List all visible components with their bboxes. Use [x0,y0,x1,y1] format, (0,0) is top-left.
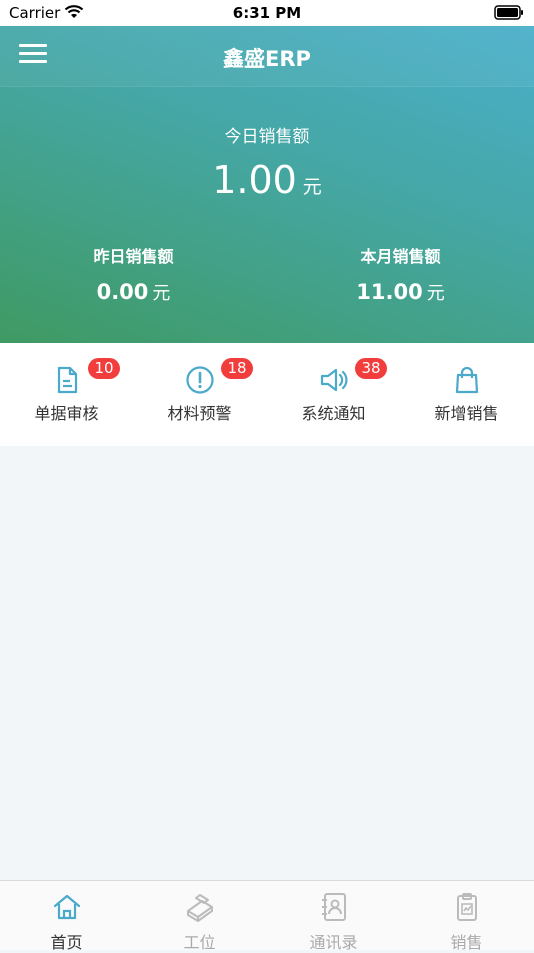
workstation-icon [186,894,213,922]
quick-action-material-alert[interactable]: 18 材料预警 [133,343,266,446]
tab-workstation-label: 工位 [183,933,216,952]
tab-home-label: 首页 [50,933,83,952]
material-alert-badge: 18 [221,358,253,379]
page-title: 鑫盛ERP [223,47,311,71]
quick-action-system-notice[interactable]: 38 系统通知 [267,343,400,446]
nav-bar: 鑫盛ERP [0,26,534,87]
new-sale-label: 新增销售 [434,404,499,423]
quick-action-new-sale[interactable]: 新增销售 [400,343,533,446]
tab-sales[interactable]: 销售 [400,881,533,952]
tab-sales-label: 销售 [450,933,483,952]
today-sales-label: 今日销售额 [224,127,310,147]
status-bar: Carrier 6:31 PM [0,0,534,26]
yesterday-sales-value: 0.00 元 [0,279,267,305]
today-sales-unit: 元 [302,176,322,198]
yesterday-sales-label: 昨日销售额 [93,247,174,266]
tab-contacts[interactable]: 通讯录 [267,881,400,952]
tab-home[interactable]: 首页 [0,881,133,952]
material-alert-label: 材料预警 [167,404,232,423]
sales-clipboard-icon [456,893,477,921]
document-review-label: 单据审核 [34,404,99,423]
alert-circle-icon [185,365,215,395]
battery-icon [494,5,524,24]
shopping-bag-icon [452,365,482,395]
month-sales: 本月销售额 11.00 元 [267,243,534,305]
contacts-icon [321,893,346,921]
month-sales-label: 本月销售额 [360,247,441,266]
yesterday-sales: 昨日销售额 0.00 元 [0,243,267,305]
today-sales-value: 1.00 元 [0,158,534,202]
quick-actions: 10 单据审核 18 材料预警 38 系统通知 新增销售 [0,343,534,446]
month-sales-value: 11.00 元 [267,279,534,305]
today-sales-amount: 1.00 [212,158,297,202]
tab-workstation[interactable]: 工位 [133,881,266,952]
yesterday-sales-amount: 0.00 [96,280,149,304]
tab-contacts-label: 通讯录 [309,933,358,952]
quick-action-document-review[interactable]: 10 单据审核 [0,343,133,446]
document-icon [52,365,82,395]
system-notice-label: 系统通知 [301,404,366,423]
month-sales-amount: 11.00 [356,280,423,304]
month-sales-unit: 元 [426,283,445,304]
tab-bar: 首页 工位 通讯录 销售 [0,880,534,952]
megaphone-icon [319,365,349,395]
yesterday-sales-unit: 元 [152,283,171,304]
clock: 6:31 PM [232,4,302,22]
document-review-badge: 10 [88,358,120,379]
home-icon [53,894,80,920]
system-notice-badge: 38 [355,358,387,379]
